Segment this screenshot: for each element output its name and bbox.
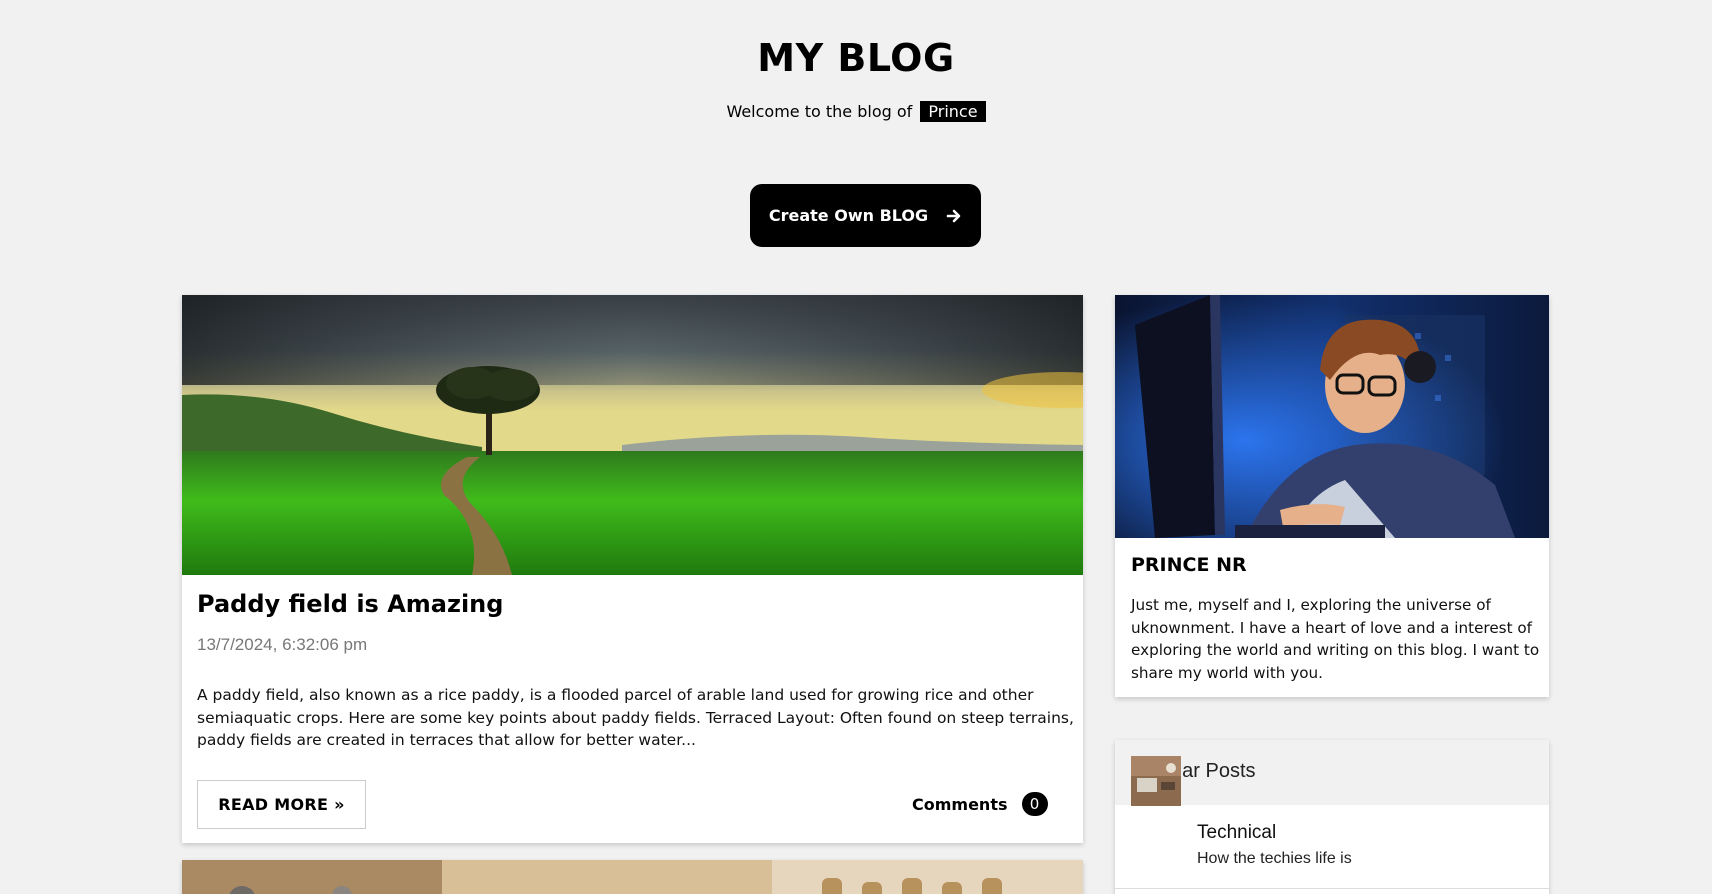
profile-name: PRINCE NR — [1131, 554, 1247, 576]
blog-page: MY BLOG Welcome to the blog of Prince Cr… — [0, 0, 1712, 894]
comments-label: Comments — [912, 794, 1008, 814]
popular-post-item[interactable] — [1115, 805, 1549, 889]
post-card — [182, 295, 1083, 843]
profile-avatar — [1115, 295, 1549, 538]
read-more-button[interactable]: READ MORE » — [197, 780, 366, 829]
popular-post-title[interactable]: Technical — [1197, 822, 1276, 844]
post-title[interactable]: Paddy field is Amazing — [197, 590, 503, 618]
owner-name-badge: Prince — [920, 101, 986, 122]
comments-link[interactable]: Comments 0 — [912, 792, 1048, 816]
create-blog-button[interactable]: Create Own BLOG — [750, 184, 981, 247]
site-title: MY BLOG — [757, 36, 955, 80]
popular-post-thumbnail[interactable] — [1131, 756, 1181, 806]
create-blog-label: Create Own BLOG — [768, 206, 929, 225]
tagline-text: Welcome to the blog of — [726, 102, 913, 121]
post-excerpt: A paddy field, also known as a rice padd… — [197, 686, 1074, 749]
post-image[interactable] — [182, 295, 1083, 575]
comment-count-badge: 0 — [1021, 792, 1048, 816]
post-card — [182, 860, 1083, 894]
post-image[interactable] — [182, 860, 1083, 894]
post-date: 13/7/2024, 6:32:06 pm — [197, 635, 368, 654]
popular-post-subtitle: How the techies life is — [1197, 850, 1352, 867]
profile-bio: Just me, myself and I, exploring the uni… — [1131, 596, 1540, 682]
tagline: Welcome to the blog of Prince — [0, 101, 1712, 122]
arrow-right-icon — [946, 208, 962, 224]
